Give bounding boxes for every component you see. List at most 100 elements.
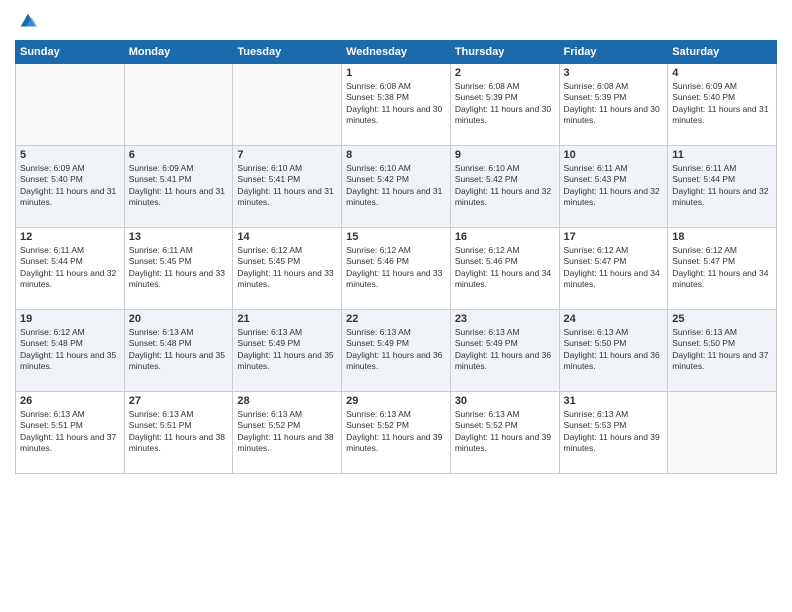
- cell-info: Sunrise: 6:13 AMSunset: 5:50 PMDaylight:…: [564, 327, 664, 373]
- cell-info: Sunrise: 6:13 AMSunset: 5:52 PMDaylight:…: [455, 409, 555, 455]
- calendar-cell: [16, 64, 125, 146]
- day-number: 24: [564, 313, 664, 325]
- calendar-cell: 11 Sunrise: 6:11 AMSunset: 5:44 PMDayligh…: [668, 146, 777, 228]
- cell-info: Sunrise: 6:09 AMSunset: 5:41 PMDaylight:…: [129, 163, 229, 209]
- calendar-cell: 21 Sunrise: 6:13 AMSunset: 5:49 PMDayligh…: [233, 310, 342, 392]
- calendar-week-2: 5 Sunrise: 6:09 AMSunset: 5:40 PMDaylight…: [16, 146, 777, 228]
- cell-info: Sunrise: 6:13 AMSunset: 5:53 PMDaylight:…: [564, 409, 664, 455]
- calendar-cell: 8 Sunrise: 6:10 AMSunset: 5:42 PMDaylight…: [342, 146, 451, 228]
- day-number: 7: [237, 149, 337, 161]
- calendar-header-row: SundayMondayTuesdayWednesdayThursdayFrid…: [16, 41, 777, 64]
- day-number: 21: [237, 313, 337, 325]
- calendar-cell: 14Sunrise: 6:12 AMSunset: 5:45 PMDayligh…: [233, 228, 342, 310]
- calendar-cell: 31 Sunrise: 6:13 AMSunset: 5:53 PMDayligh…: [559, 392, 668, 474]
- day-number: 28: [237, 395, 337, 407]
- calendar-week-3: 12Sunrise: 6:11 AMSunset: 5:44 PMDayligh…: [16, 228, 777, 310]
- calendar-cell: 9 Sunrise: 6:10 AMSunset: 5:42 PMDaylight…: [450, 146, 559, 228]
- calendar-cell: 29 Sunrise: 6:13 AMSunset: 5:52 PMDayligh…: [342, 392, 451, 474]
- day-number: 17: [564, 231, 664, 243]
- day-number: 3: [564, 67, 664, 79]
- cell-info: Sunrise: 6:09 AMSunset: 5:40 PMDaylight:…: [672, 81, 772, 127]
- cell-info: Sunrise: 6:13 AMSunset: 5:49 PMDaylight:…: [455, 327, 555, 373]
- day-number: 4: [672, 67, 772, 79]
- cell-info: Sunrise: 6:12 AMSunset: 5:46 PMDaylight:…: [455, 245, 555, 291]
- cell-info: Sunrise: 6:13 AMSunset: 5:49 PMDaylight:…: [237, 327, 337, 373]
- cell-info: Sunrise: 6:12 AMSunset: 5:48 PMDaylight:…: [20, 327, 120, 373]
- day-number: 20: [129, 313, 229, 325]
- calendar-cell: 18 Sunrise: 6:12 AMSunset: 5:47 PMDayligh…: [668, 228, 777, 310]
- calendar-cell: 19 Sunrise: 6:12 AMSunset: 5:48 PMDayligh…: [16, 310, 125, 392]
- day-number: 22: [346, 313, 446, 325]
- calendar-cell: 28Sunrise: 6:13 AMSunset: 5:52 PMDayligh…: [233, 392, 342, 474]
- day-number: 19: [20, 313, 120, 325]
- cell-info: Sunrise: 6:08 AMSunset: 5:38 PMDaylight:…: [346, 81, 446, 127]
- day-number: 12: [20, 231, 120, 243]
- day-number: 23: [455, 313, 555, 325]
- calendar-week-4: 19 Sunrise: 6:12 AMSunset: 5:48 PMDayligh…: [16, 310, 777, 392]
- day-number: 26: [20, 395, 120, 407]
- calendar-cell: 22 Sunrise: 6:13 AMSunset: 5:49 PMDayligh…: [342, 310, 451, 392]
- day-number: 25: [672, 313, 772, 325]
- cell-info: Sunrise: 6:13 AMSunset: 5:49 PMDaylight:…: [346, 327, 446, 373]
- calendar-weekday-tuesday: Tuesday: [233, 41, 342, 64]
- header: [15, 10, 777, 32]
- calendar-cell: 20 Sunrise: 6:13 AMSunset: 5:48 PMDayligh…: [124, 310, 233, 392]
- day-number: 27: [129, 395, 229, 407]
- cell-info: Sunrise: 6:11 AMSunset: 5:43 PMDaylight:…: [564, 163, 664, 209]
- calendar-cell: 17 Sunrise: 6:12 AMSunset: 5:47 PMDayligh…: [559, 228, 668, 310]
- day-number: 1: [346, 67, 446, 79]
- cell-info: Sunrise: 6:13 AMSunset: 5:51 PMDaylight:…: [20, 409, 120, 455]
- calendar: SundayMondayTuesdayWednesdayThursdayFrid…: [15, 40, 777, 474]
- cell-info: Sunrise: 6:10 AMSunset: 5:41 PMDaylight:…: [237, 163, 337, 209]
- day-number: 5: [20, 149, 120, 161]
- calendar-cell: 12Sunrise: 6:11 AMSunset: 5:44 PMDayligh…: [16, 228, 125, 310]
- calendar-cell: [124, 64, 233, 146]
- calendar-cell: 2 Sunrise: 6:08 AMSunset: 5:39 PMDaylight…: [450, 64, 559, 146]
- cell-info: Sunrise: 6:10 AMSunset: 5:42 PMDaylight:…: [346, 163, 446, 209]
- day-number: 8: [346, 149, 446, 161]
- cell-info: Sunrise: 6:11 AMSunset: 5:44 PMDaylight:…: [672, 163, 772, 209]
- calendar-cell: 10Sunrise: 6:11 AMSunset: 5:43 PMDayligh…: [559, 146, 668, 228]
- day-number: 15: [346, 231, 446, 243]
- cell-info: Sunrise: 6:08 AMSunset: 5:39 PMDaylight:…: [564, 81, 664, 127]
- logo-icon: [17, 10, 39, 32]
- calendar-cell: [233, 64, 342, 146]
- calendar-weekday-wednesday: Wednesday: [342, 41, 451, 64]
- calendar-cell: 25Sunrise: 6:13 AMSunset: 5:50 PMDayligh…: [668, 310, 777, 392]
- calendar-cell: 15Sunrise: 6:12 AMSunset: 5:46 PMDayligh…: [342, 228, 451, 310]
- calendar-weekday-saturday: Saturday: [668, 41, 777, 64]
- calendar-weekday-monday: Monday: [124, 41, 233, 64]
- logo: [15, 10, 39, 32]
- day-number: 18: [672, 231, 772, 243]
- cell-info: Sunrise: 6:12 AMSunset: 5:47 PMDaylight:…: [564, 245, 664, 291]
- calendar-cell: 24 Sunrise: 6:13 AMSunset: 5:50 PMDayligh…: [559, 310, 668, 392]
- calendar-cell: 4 Sunrise: 6:09 AMSunset: 5:40 PMDaylight…: [668, 64, 777, 146]
- cell-info: Sunrise: 6:08 AMSunset: 5:39 PMDaylight:…: [455, 81, 555, 127]
- day-number: 2: [455, 67, 555, 79]
- day-number: 16: [455, 231, 555, 243]
- day-number: 30: [455, 395, 555, 407]
- calendar-cell: 30 Sunrise: 6:13 AMSunset: 5:52 PMDayligh…: [450, 392, 559, 474]
- cell-info: Sunrise: 6:12 AMSunset: 5:47 PMDaylight:…: [672, 245, 772, 291]
- day-number: 11: [672, 149, 772, 161]
- day-number: 29: [346, 395, 446, 407]
- calendar-cell: 1 Sunrise: 6:08 AMSunset: 5:38 PMDaylight…: [342, 64, 451, 146]
- calendar-cell: 3 Sunrise: 6:08 AMSunset: 5:39 PMDaylight…: [559, 64, 668, 146]
- calendar-weekday-sunday: Sunday: [16, 41, 125, 64]
- calendar-cell: 5 Sunrise: 6:09 AMSunset: 5:40 PMDaylight…: [16, 146, 125, 228]
- page: SundayMondayTuesdayWednesdayThursdayFrid…: [0, 0, 792, 612]
- cell-info: Sunrise: 6:09 AMSunset: 5:40 PMDaylight:…: [20, 163, 120, 209]
- day-number: 31: [564, 395, 664, 407]
- cell-info: Sunrise: 6:13 AMSunset: 5:52 PMDaylight:…: [346, 409, 446, 455]
- calendar-cell: 27Sunrise: 6:13 AMSunset: 5:51 PMDayligh…: [124, 392, 233, 474]
- calendar-cell: 13 Sunrise: 6:11 AMSunset: 5:45 PMDayligh…: [124, 228, 233, 310]
- calendar-weekday-friday: Friday: [559, 41, 668, 64]
- day-number: 13: [129, 231, 229, 243]
- cell-info: Sunrise: 6:11 AMSunset: 5:45 PMDaylight:…: [129, 245, 229, 291]
- calendar-cell: 6 Sunrise: 6:09 AMSunset: 5:41 PMDaylight…: [124, 146, 233, 228]
- cell-info: Sunrise: 6:10 AMSunset: 5:42 PMDaylight:…: [455, 163, 555, 209]
- cell-info: Sunrise: 6:13 AMSunset: 5:48 PMDaylight:…: [129, 327, 229, 373]
- calendar-week-1: 1 Sunrise: 6:08 AMSunset: 5:38 PMDaylight…: [16, 64, 777, 146]
- day-number: 9: [455, 149, 555, 161]
- day-number: 6: [129, 149, 229, 161]
